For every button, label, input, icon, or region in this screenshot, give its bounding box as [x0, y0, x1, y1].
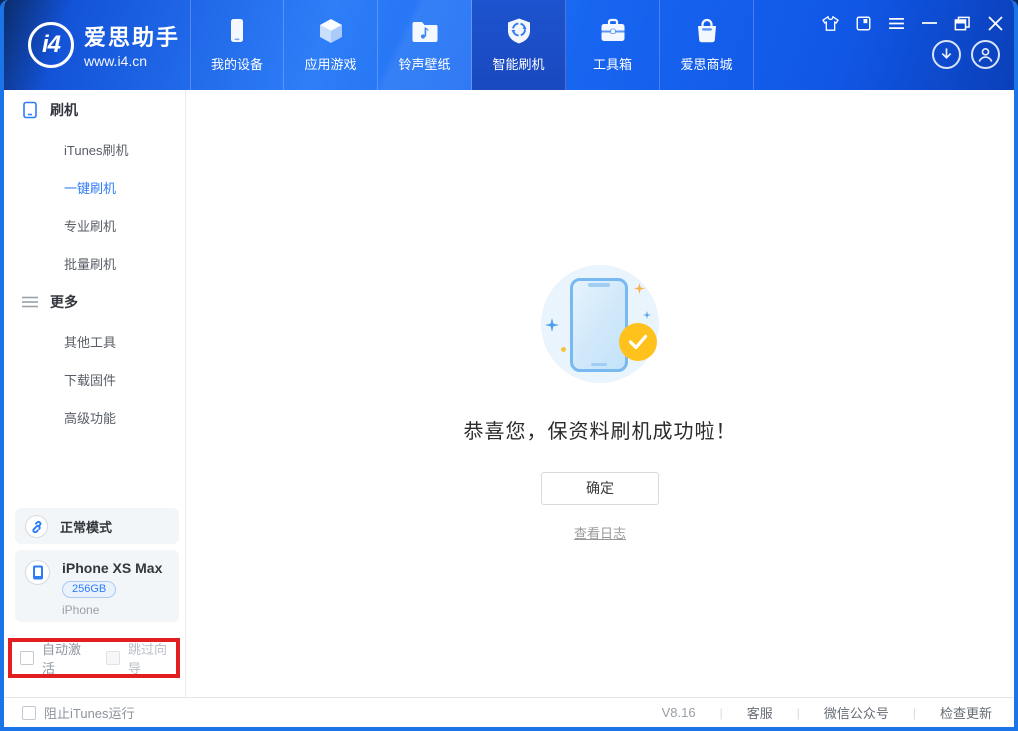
sidebar-item-one-click-flash[interactable]: 一键刷机 [64, 178, 116, 197]
sidebar-item-advanced-features[interactable]: 高级功能 [64, 408, 116, 427]
link-icon [25, 515, 48, 538]
tab-label: 应用游戏 [304, 54, 356, 73]
statusbar-links: V8.16 | 客服 | 微信公众号 | 检查更新 [662, 703, 992, 722]
cube-icon [316, 16, 346, 46]
block-itunes-label: 阻止iTunes运行 [44, 703, 135, 722]
sidebar: 刷机 iTunes刷机 一键刷机 专业刷机 批量刷机 更多 其他工具 下载固件 … [4, 90, 186, 697]
window-controls [821, 14, 1004, 32]
divider: | [720, 706, 723, 720]
briefcase-icon [598, 16, 628, 46]
mode-label: 正常模式 [60, 517, 112, 536]
success-check-icon [619, 323, 657, 361]
phone-notch [588, 283, 610, 287]
success-message: 恭喜您，保资料刷机成功啦！ [464, 415, 737, 444]
sidebar-item-other-tools[interactable]: 其他工具 [64, 332, 116, 351]
minimize-icon[interactable] [920, 14, 938, 32]
annotation-box: 自动激活 跳过向导 [8, 638, 180, 678]
device-phone-icon [25, 560, 50, 585]
tab-label: 智能刷机 [492, 54, 544, 73]
mode-panel[interactable]: 正常模式 [15, 508, 179, 544]
sidebar-item-pro-flash[interactable]: 专业刷机 [64, 216, 116, 235]
status-bar: 阻止iTunes运行 V8.16 | 客服 | 微信公众号 | 检查更新 [4, 697, 1014, 727]
tab-toolbox[interactable]: 工具箱 [566, 0, 660, 90]
sidebar-item-download-firmware[interactable]: 下载固件 [64, 370, 116, 389]
customer-service-link[interactable]: 客服 [747, 703, 773, 722]
account-icon[interactable] [971, 40, 1000, 69]
tab-my-devices[interactable]: 我的设备 [190, 0, 284, 90]
sidebar-section-flash[interactable]: 刷机 [22, 100, 78, 120]
device-info: iPhone XS Max 256GB iPhone [62, 560, 162, 617]
block-itunes-checkbox[interactable] [22, 706, 36, 720]
skip-setup-label: 跳过向导 [128, 639, 176, 677]
music-folder-icon [410, 16, 440, 46]
section-label: 刷机 [50, 100, 78, 120]
auto-activate-label: 自动激活 [42, 639, 90, 677]
phone-homebar [591, 363, 607, 366]
sidebar-item-batch-flash[interactable]: 批量刷机 [64, 254, 116, 273]
app-header: i4 爱思助手 www.i4.cn 我的设备 应 [0, 0, 1018, 90]
tab-i4-mall[interactable]: 爱思商城 [660, 0, 754, 90]
phone-illustration-icon [570, 278, 628, 372]
shopping-bag-icon [692, 16, 722, 46]
tab-smart-flash[interactable]: 智能刷机 [472, 0, 566, 90]
phone-icon [222, 16, 252, 46]
tab-label: 爱思商城 [680, 54, 732, 73]
section-label: 更多 [50, 292, 78, 312]
quick-actions [932, 40, 1000, 69]
success-illustration [541, 265, 659, 383]
theme-icon[interactable] [821, 14, 839, 32]
phone-outline-icon [22, 101, 38, 119]
tab-label: 工具箱 [593, 54, 632, 73]
check-update-link[interactable]: 检查更新 [940, 703, 992, 722]
block-itunes-option[interactable]: 阻止iTunes运行 [22, 703, 135, 722]
app-window: i4 爱思助手 www.i4.cn 我的设备 应 [0, 0, 1018, 731]
divider: | [797, 706, 800, 720]
device-panel[interactable]: iPhone XS Max 256GB iPhone [15, 550, 179, 622]
skip-setup-checkbox[interactable] [106, 651, 120, 665]
device-type: iPhone [62, 603, 162, 617]
tab-apps-games[interactable]: 应用游戏 [284, 0, 378, 90]
menu-lines-icon [22, 296, 38, 308]
sidebar-item-itunes-flash[interactable]: iTunes刷机 [64, 140, 129, 159]
logo-mark: i4 [42, 31, 60, 59]
sparkle-dot-icon [561, 347, 566, 352]
mini-window-icon[interactable] [854, 14, 872, 32]
main-content: 恭喜您，保资料刷机成功啦！ 确定 查看日志 [186, 90, 1014, 697]
sidebar-section-more[interactable]: 更多 [22, 292, 78, 312]
maximize-icon[interactable] [953, 14, 971, 32]
view-log-link[interactable]: 查看日志 [574, 523, 626, 542]
auto-activate-checkbox[interactable] [20, 651, 34, 665]
success-block: 恭喜您，保资料刷机成功啦！ 确定 查看日志 [186, 90, 1014, 542]
main-nav: 我的设备 应用游戏 铃声壁纸 [190, 0, 754, 90]
shield-refresh-icon [504, 16, 534, 46]
divider: | [913, 706, 916, 720]
device-name: iPhone XS Max [62, 560, 162, 576]
confirm-button[interactable]: 确定 [541, 472, 659, 505]
i4-logo-icon: i4 [28, 22, 74, 68]
tab-ringtones-wallpapers[interactable]: 铃声壁纸 [378, 0, 472, 90]
app-url: www.i4.cn [84, 53, 180, 69]
version-label: V8.16 [662, 705, 696, 720]
logo-text: 爱思助手 www.i4.cn [84, 20, 180, 69]
skip-setup-option[interactable]: 跳过向导 [106, 639, 176, 677]
tab-label: 我的设备 [211, 54, 263, 73]
wechat-account-link[interactable]: 微信公众号 [824, 703, 889, 722]
auto-activate-option[interactable]: 自动激活 [20, 639, 90, 677]
menu-icon[interactable] [887, 14, 905, 32]
tab-label: 铃声壁纸 [398, 54, 450, 73]
app-logo[interactable]: i4 爱思助手 www.i4.cn [28, 20, 180, 69]
download-icon[interactable] [932, 40, 961, 69]
device-capacity-badge: 256GB [62, 581, 116, 598]
close-icon[interactable] [986, 14, 1004, 32]
app-title: 爱思助手 [84, 20, 180, 52]
